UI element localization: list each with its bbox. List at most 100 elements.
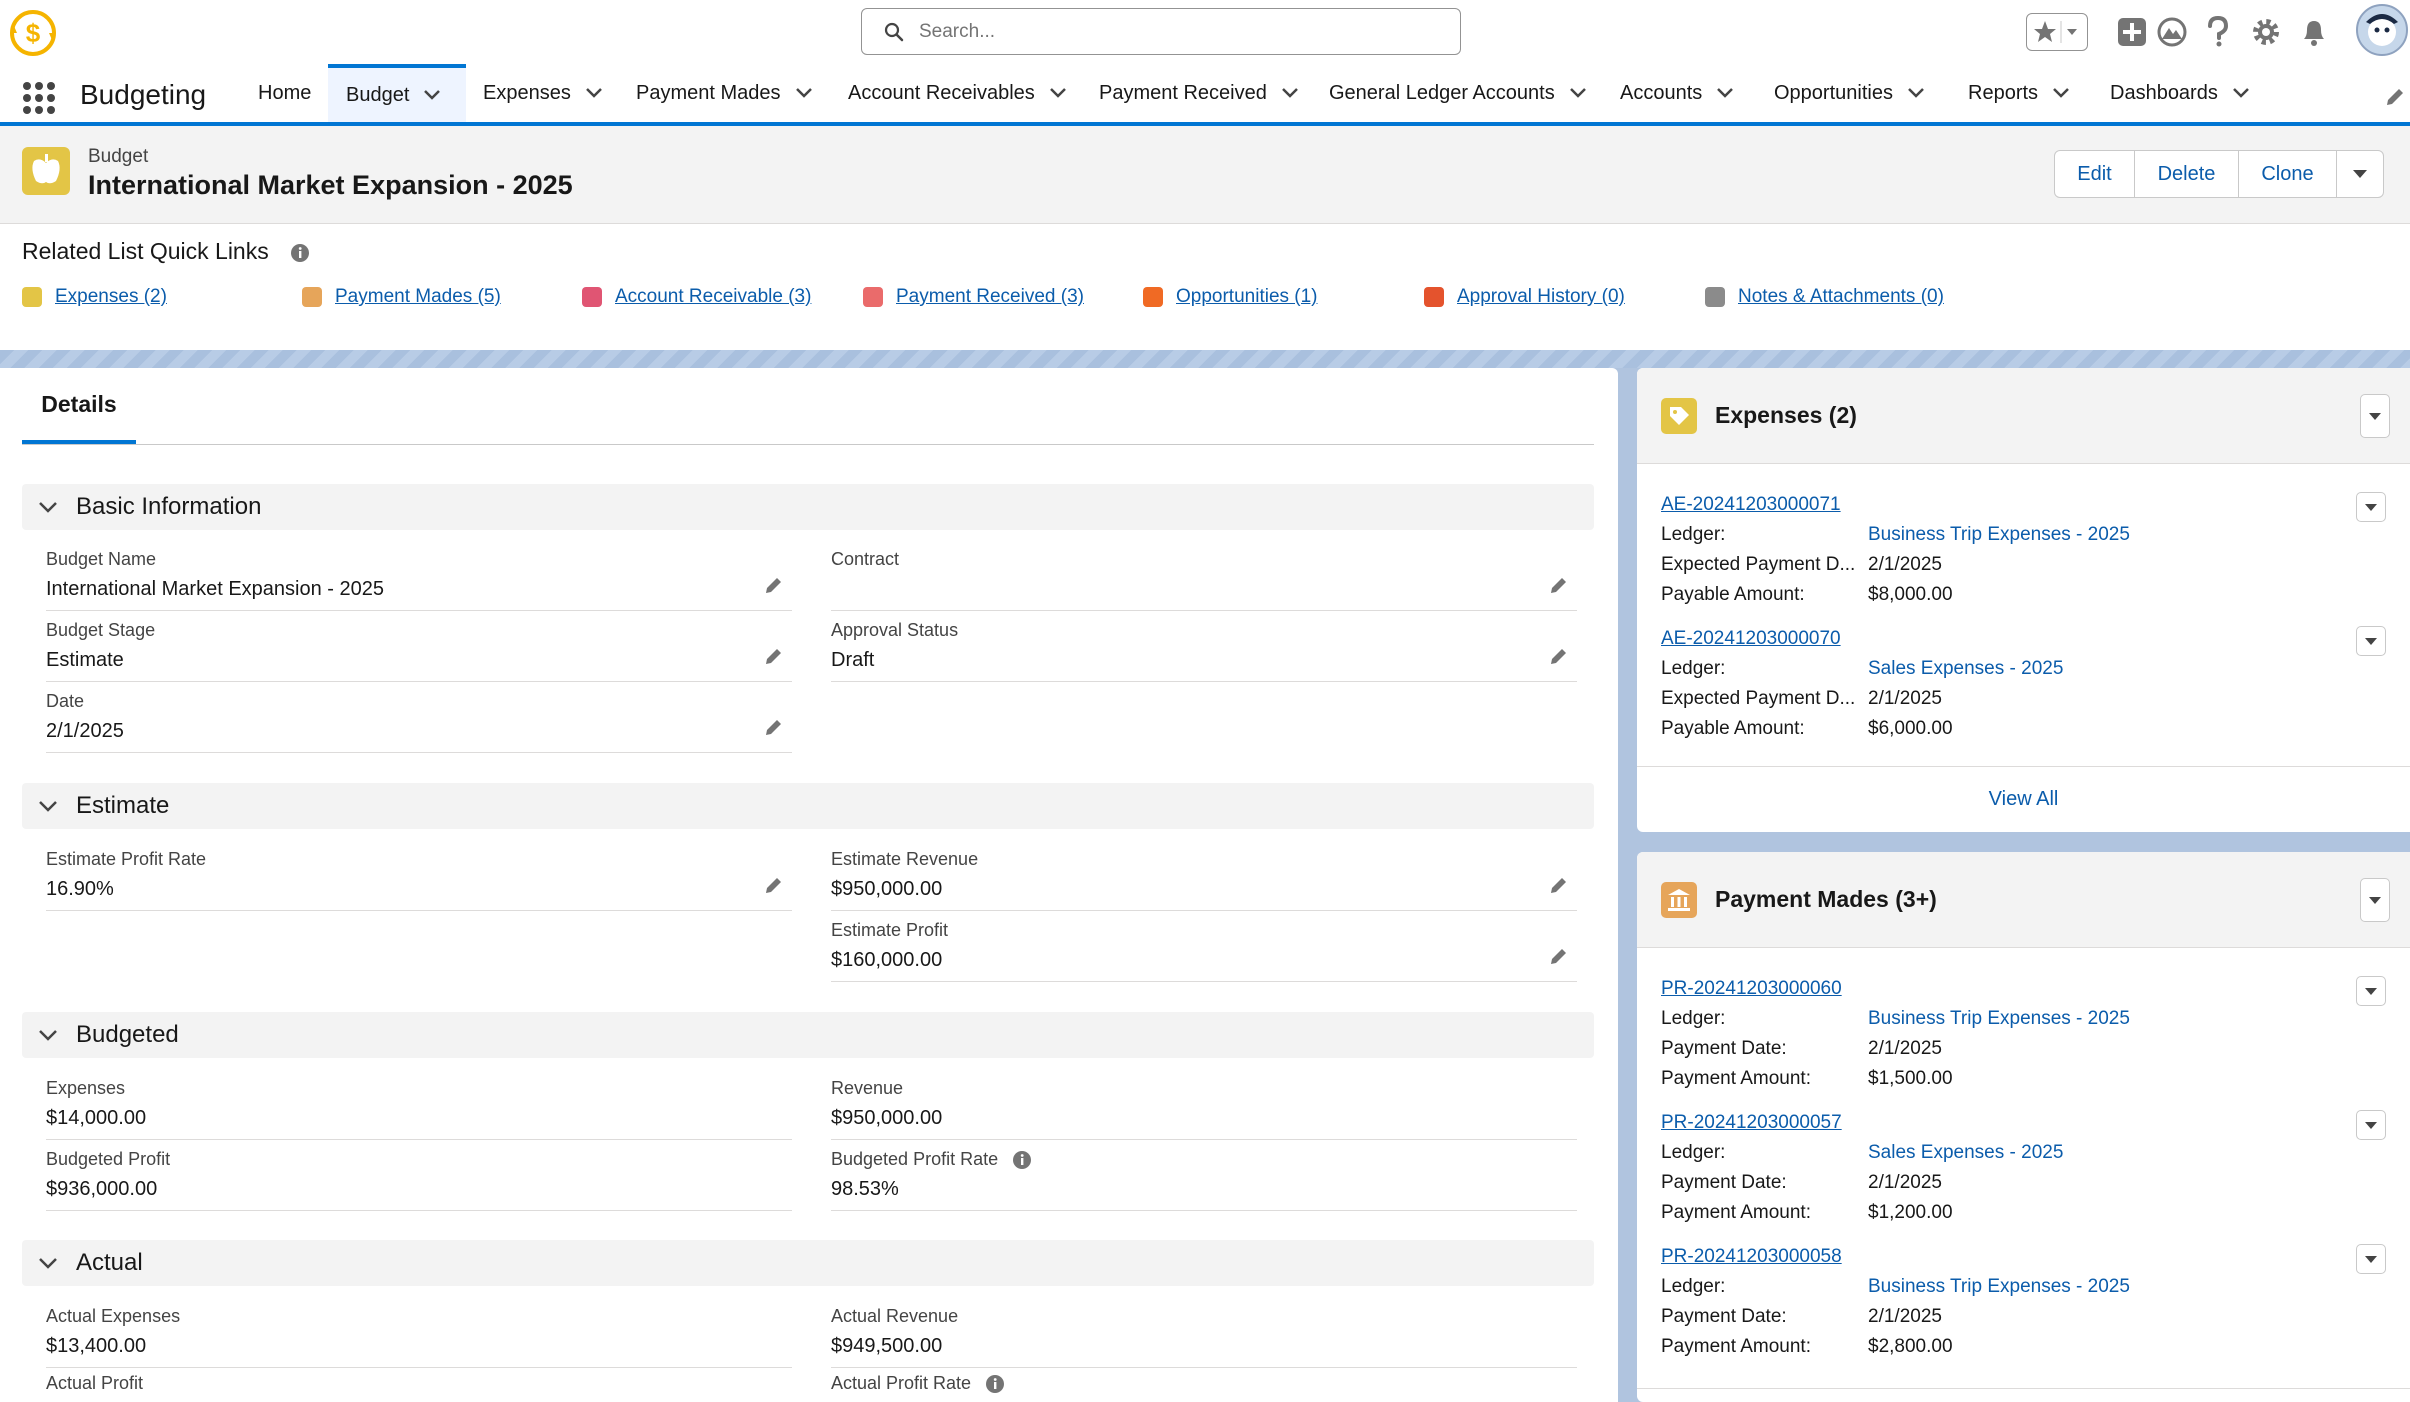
global-add-icon[interactable] bbox=[2110, 10, 2154, 54]
nav-item-payment-mades[interactable]: Payment Mades bbox=[636, 64, 813, 122]
related-list-title[interactable]: Payment Mades (3+) bbox=[1715, 886, 1937, 913]
nav-item-expenses[interactable]: Expenses bbox=[483, 64, 603, 122]
quick-link-payment-mades[interactable]: Payment Mades (5) bbox=[302, 286, 501, 308]
record-field-value: $1,500.00 bbox=[1868, 1068, 1953, 1089]
more-actions-button[interactable] bbox=[2337, 151, 2383, 197]
nav-item-reports[interactable]: Reports bbox=[1968, 64, 2070, 122]
setup-gear-icon[interactable] bbox=[2244, 10, 2288, 54]
info-icon[interactable] bbox=[1012, 1150, 1032, 1170]
quick-link-notes-attachments[interactable]: Notes & Attachments (0) bbox=[1705, 286, 1944, 308]
section-actual[interactable]: Actual bbox=[22, 1240, 1594, 1286]
quick-link-account-receivable[interactable]: Account Receivable (3) bbox=[582, 286, 811, 308]
chevron-down-icon[interactable] bbox=[1907, 87, 1925, 99]
ledger-link[interactable]: Sales Expenses - 2025 bbox=[1868, 1142, 2063, 1164]
row-actions-button[interactable] bbox=[2356, 492, 2386, 522]
chevron-down-icon[interactable] bbox=[423, 89, 441, 101]
favorites-button[interactable] bbox=[2026, 13, 2088, 51]
related-list-menu-button[interactable] bbox=[2360, 878, 2390, 922]
chevron-down-icon[interactable] bbox=[1716, 87, 1734, 99]
info-icon[interactable] bbox=[985, 1374, 1005, 1394]
tab-details[interactable]: Details bbox=[22, 368, 136, 444]
related-list-title[interactable]: Expenses (2) bbox=[1715, 402, 1857, 429]
payment-mades-icon bbox=[1661, 882, 1697, 918]
ledger-link[interactable]: Business Trip Expenses - 2025 bbox=[1868, 524, 2130, 546]
row-actions-button[interactable] bbox=[2356, 976, 2386, 1006]
record-link[interactable]: PR-20241203000057 bbox=[1661, 1112, 1842, 1134]
chevron-down-icon[interactable] bbox=[795, 87, 813, 99]
ledger-link[interactable]: Sales Expenses - 2025 bbox=[1868, 658, 2063, 680]
pencil-edit-icon[interactable] bbox=[1549, 946, 1569, 966]
edit-button[interactable]: Edit bbox=[2055, 151, 2135, 197]
row-actions-button[interactable] bbox=[2356, 1110, 2386, 1140]
nav-item-budget[interactable]: Budget bbox=[328, 64, 466, 122]
nav-item-opportunities[interactable]: Opportunities bbox=[1774, 64, 1925, 122]
nav-item-general-ledger-accounts[interactable]: General Ledger Accounts bbox=[1329, 64, 1587, 122]
payment-mades-related-list: Payment Mades (3+) PR-20241203000060 Led… bbox=[1637, 852, 2410, 1402]
chevron-down-icon[interactable] bbox=[1569, 87, 1587, 99]
section-estimate[interactable]: Estimate bbox=[22, 783, 1594, 829]
pencil-edit-icon[interactable] bbox=[764, 646, 784, 666]
record-field-value: 2/1/2025 bbox=[1868, 1038, 1942, 1059]
record-link[interactable]: PR-20241203000058 bbox=[1661, 1246, 1842, 1268]
pencil-edit-icon[interactable] bbox=[764, 575, 784, 595]
record-field-label: Payment Amount: bbox=[1661, 1068, 1811, 1089]
nav-item-label: General Ledger Accounts bbox=[1329, 81, 1555, 104]
caret-down-icon bbox=[2365, 637, 2377, 645]
field-date: Date 2/1/2025 bbox=[46, 687, 792, 753]
pencil-edit-icon[interactable] bbox=[764, 875, 784, 895]
nav-item-dashboards[interactable]: Dashboards bbox=[2110, 64, 2250, 122]
global-search-input[interactable]: Search... bbox=[861, 8, 1461, 55]
quick-link-approval-history[interactable]: Approval History (0) bbox=[1424, 286, 1625, 308]
user-avatar[interactable] bbox=[2356, 4, 2408, 56]
favorites-star-icon bbox=[2034, 21, 2077, 43]
ledger-link[interactable]: Business Trip Expenses - 2025 bbox=[1868, 1276, 2130, 1298]
record-field-value: 2/1/2025 bbox=[1868, 1172, 1942, 1193]
chevron-down-icon[interactable] bbox=[1281, 87, 1299, 99]
payment-mades-icon bbox=[302, 287, 322, 307]
related-list-menu-button[interactable] bbox=[2360, 394, 2390, 438]
record-link[interactable]: AE-20241203000070 bbox=[1661, 628, 1841, 650]
field-value: 2/1/2025 bbox=[46, 720, 124, 742]
help-icon[interactable] bbox=[2196, 10, 2240, 54]
divider bbox=[1637, 766, 2410, 767]
pencil-edit-icon[interactable] bbox=[1549, 575, 1569, 595]
record-link[interactable]: PR-20241203000060 bbox=[1661, 978, 1842, 1000]
section-budgeted[interactable]: Budgeted bbox=[22, 1012, 1594, 1058]
info-icon[interactable] bbox=[290, 243, 310, 268]
trailhead-icon[interactable] bbox=[2150, 10, 2194, 54]
clone-button[interactable]: Clone bbox=[2239, 151, 2337, 197]
record-field-label: Ledger: bbox=[1661, 1008, 1726, 1029]
nav-item-home[interactable]: Home bbox=[258, 64, 311, 122]
row-actions-button[interactable] bbox=[2356, 1244, 2386, 1274]
quick-link-opportunities[interactable]: Opportunities (1) bbox=[1143, 286, 1318, 308]
search-icon bbox=[884, 22, 904, 42]
chevron-down-icon[interactable] bbox=[585, 87, 603, 99]
quick-link-expenses[interactable]: Expenses (2) bbox=[22, 286, 167, 308]
section-basic-information[interactable]: Basic Information bbox=[22, 484, 1594, 530]
edit-nav-pencil-icon[interactable] bbox=[2384, 86, 2406, 113]
ledger-link[interactable]: Business Trip Expenses - 2025 bbox=[1868, 1008, 2130, 1030]
nav-item-payment-received[interactable]: Payment Received bbox=[1099, 64, 1299, 122]
quick-link-payment-received[interactable]: Payment Received (3) bbox=[863, 286, 1084, 308]
chevron-down-icon[interactable] bbox=[1049, 87, 1067, 99]
pencil-edit-icon[interactable] bbox=[1549, 875, 1569, 895]
field-budget-name: Budget Name International Market Expansi… bbox=[46, 545, 792, 611]
app-launcher-waffle-icon[interactable] bbox=[22, 81, 56, 120]
record-link[interactable]: AE-20241203000071 bbox=[1661, 494, 1841, 516]
expenses-related-list: Expenses (2) AE-20241203000071 Ledger: B… bbox=[1637, 368, 2410, 832]
chevron-down-icon[interactable] bbox=[2052, 87, 2070, 99]
view-all-link[interactable]: View All bbox=[1637, 788, 2410, 811]
nav-item-account-receivables[interactable]: Account Receivables bbox=[848, 64, 1067, 122]
record-field-value: 2/1/2025 bbox=[1868, 688, 1942, 709]
notifications-bell-icon[interactable] bbox=[2292, 10, 2336, 54]
record-field-label: Expected Payment D... bbox=[1661, 688, 1856, 709]
pencil-edit-icon[interactable] bbox=[764, 717, 784, 737]
nav-item-accounts[interactable]: Accounts bbox=[1620, 64, 1734, 122]
pencil-edit-icon[interactable] bbox=[1549, 646, 1569, 666]
chevron-down-icon[interactable] bbox=[2232, 87, 2250, 99]
app-logo-icon[interactable]: $ bbox=[6, 6, 60, 60]
row-actions-button[interactable] bbox=[2356, 626, 2386, 656]
delete-button[interactable]: Delete bbox=[2135, 151, 2239, 197]
record-field-value: 2/1/2025 bbox=[1868, 554, 1942, 575]
field-revenue: Revenue $950,000.00 bbox=[831, 1074, 1577, 1140]
